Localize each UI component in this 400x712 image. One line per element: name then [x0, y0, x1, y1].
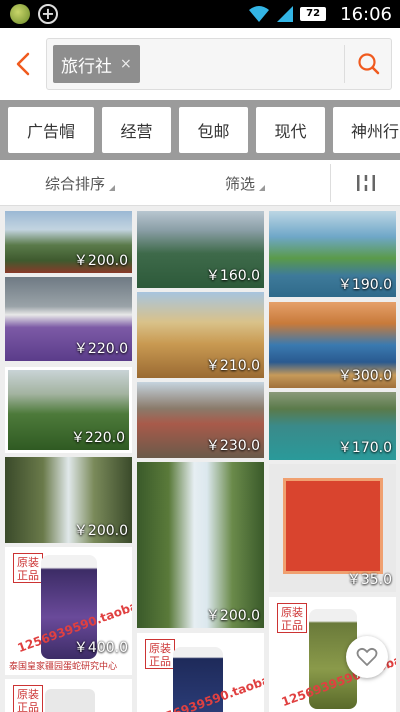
product-price: ￥230.0	[205, 438, 260, 454]
product-card[interactable]: ￥210.0	[137, 292, 264, 378]
query-tag[interactable]: 旅行社 ×	[53, 45, 140, 83]
keyword-chip[interactable]: 神州行	[333, 107, 400, 153]
authentic-badge: 原装 正品	[13, 553, 43, 583]
product-price: ￥200.0	[205, 608, 260, 624]
product-image	[283, 478, 383, 574]
search-header: 旅行社 ×	[0, 28, 400, 100]
authentic-badge: 原装 正品	[277, 603, 307, 633]
product-caption: 泰国皇家疆园蛋蛇研究中心	[5, 659, 132, 675]
sort-default-button[interactable]: 综合排序	[45, 160, 116, 206]
keyword-chip[interactable]: 广告帽	[8, 107, 94, 153]
filter-button[interactable]: 筛选	[225, 160, 266, 206]
product-price: ￥220.0	[70, 430, 125, 446]
product-card[interactable]: ￥35.0	[269, 464, 396, 592]
sort-bar: 综合排序 筛选	[0, 160, 400, 206]
app-notification-icon	[10, 4, 30, 24]
add-notification-icon: +	[38, 4, 58, 24]
product-card[interactable]: ￥200.0	[137, 462, 264, 628]
back-button[interactable]	[0, 28, 46, 100]
search-input[interactable]: 旅行社 ×	[46, 38, 392, 90]
heart-icon	[356, 647, 378, 666]
product-image	[45, 689, 95, 712]
product-price: ￥35.0	[346, 572, 392, 588]
chevron-left-icon	[16, 52, 30, 76]
product-price: ￥200.0	[73, 253, 128, 269]
search-icon	[358, 53, 380, 75]
battery-icon: 72	[300, 7, 327, 21]
filter-label: 筛选	[225, 174, 256, 193]
product-card[interactable]: ￥220.0	[5, 277, 132, 361]
favorite-button[interactable]	[346, 636, 388, 678]
product-card[interactable]: 原装正品 1256939590.taobao.com	[137, 633, 264, 712]
query-tag-label: 旅行社	[61, 56, 112, 77]
keyword-chip[interactable]: 经营	[102, 107, 171, 153]
layout-toggle-button[interactable]	[331, 160, 400, 206]
sort-default-label: 综合排序	[45, 174, 106, 193]
product-price: ￥400.0	[73, 640, 128, 656]
clock: 16:06	[340, 3, 392, 25]
product-price: ￥190.0	[337, 277, 392, 293]
caret-icon	[259, 185, 266, 191]
caret-icon	[109, 185, 116, 191]
product-price: ￥170.0	[337, 440, 392, 456]
keyword-chip[interactable]: 包邮	[179, 107, 248, 153]
product-card[interactable]: ￥220.0	[5, 367, 132, 453]
product-price: ￥160.0	[205, 268, 260, 284]
authentic-badge: 原装 正品	[13, 685, 43, 712]
product-card[interactable]: ￥200.0	[5, 211, 132, 273]
search-button[interactable]	[345, 39, 393, 89]
keyword-chip[interactable]: 现代	[256, 107, 325, 153]
product-card[interactable]: ￥200.0	[5, 457, 132, 543]
product-card[interactable]: 原装 正品	[5, 679, 132, 712]
product-price: ￥200.0	[73, 523, 128, 539]
product-price: ￥300.0	[337, 368, 392, 384]
product-card[interactable]: ￥300.0	[269, 302, 396, 388]
wifi-icon	[249, 6, 270, 22]
grid-toggle-icon	[356, 175, 375, 191]
product-grid: ￥200.0 ￥220.0 ￥220.0 ￥200.0 原装 正品 1256939…	[0, 207, 400, 712]
product-card[interactable]: 原装 正品 1256939590.taobao.com 泰国皇家疆园蛋蛇研究中心 …	[5, 547, 132, 675]
product-price: ￥210.0	[205, 358, 260, 374]
product-card[interactable]: ￥160.0	[137, 211, 264, 288]
product-card[interactable]: ￥190.0	[269, 211, 396, 297]
product-card[interactable]: ￥170.0	[269, 392, 396, 460]
product-card[interactable]: ￥230.0	[137, 382, 264, 458]
signal-icon	[277, 6, 294, 22]
status-bar: + 72 16:06	[0, 0, 400, 28]
authentic-badge: 原装 正品	[145, 639, 175, 669]
clear-tag-icon[interactable]: ×	[120, 56, 132, 72]
product-price: ￥220.0	[73, 341, 128, 357]
keyword-suggestions: 广告帽 经营 包邮 现代 神州行	[0, 100, 400, 160]
